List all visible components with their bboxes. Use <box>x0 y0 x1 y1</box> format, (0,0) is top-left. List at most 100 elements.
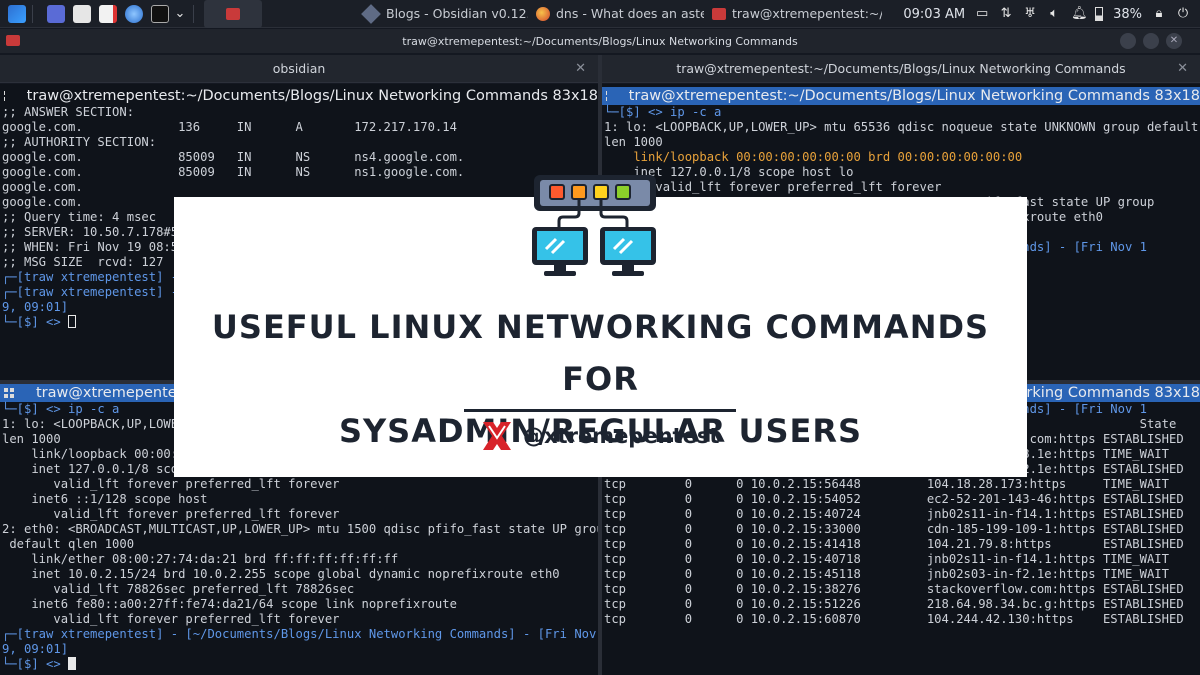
task-firefox[interactable]: dns - What does an aster... <box>528 0 704 28</box>
prompt-text: └─[$] <> <box>2 657 61 671</box>
terminal-window-icon <box>6 35 20 46</box>
netstat-row: tcp 0 0 10.0.2.15:60870 104.244.42.130:h… <box>604 612 1184 626</box>
netstat-row: tcp 0 0 10.0.2.15:56448 104.18.28.173:ht… <box>604 477 1169 491</box>
terminal-line: valid_lft forever preferred_lft forever <box>2 507 340 521</box>
terminal-cursor <box>68 315 77 328</box>
brand-signature: @xtremepentest <box>479 418 719 454</box>
prompt-text: └─[$] <> <box>2 315 61 329</box>
netstat-row: tcp 0 0 10.0.2.15:41418 104.21.79.8:http… <box>604 537 1184 551</box>
prompt-line: └─[$] <> ip -c a <box>604 105 722 119</box>
netstat-row: tcp 0 0 10.0.2.15:40718 jnb02s11-in-f14.… <box>604 552 1169 566</box>
firefox-icon <box>536 6 550 21</box>
pane-title: traw@xtremepentest:~/Documents/Blogs/Lin… <box>628 88 1200 104</box>
task-label: Blogs - Obsidian v0.12.19 <box>386 6 528 21</box>
battery-percent: 38% <box>1113 6 1142 22</box>
tab-terminal[interactable]: traw@xtremepentest:~/Documents/Blogs/Lin… <box>602 55 1200 83</box>
power-icon[interactable]: ⏻ <box>1176 7 1190 21</box>
task-terminal[interactable]: traw@xtremepentest:~/... <box>704 0 882 28</box>
tab-obsidian[interactable]: obsidian ✕ <box>0 55 598 83</box>
terminal-line: default qlen 1000 <box>2 537 135 551</box>
task-label: dns - What does an aster... <box>556 6 704 21</box>
split-grid-icon <box>606 91 607 101</box>
maximize-button[interactable] <box>1143 33 1159 49</box>
window-title: traw@xtremepentest:~/Documents/Blogs/Lin… <box>402 34 798 48</box>
file-manager-icon[interactable] <box>73 4 91 23</box>
volume-icon[interactable]: 🔈︎ <box>1047 7 1061 21</box>
computer-monitor-icon <box>600 227 656 276</box>
netstat-row: tcp 0 0 10.0.2.15:38276 stackoverflow.co… <box>604 582 1184 596</box>
brand-handle: @xtremepentest <box>523 424 720 448</box>
netstat-row: tcp 0 0 10.0.2.15:51226 218.64.98.34.bc.… <box>604 597 1184 611</box>
terminal-cursor <box>68 657 77 670</box>
terminal-line: valid_lft forever preferred_lft forever <box>604 180 942 194</box>
terminal-window-icon <box>226 7 240 20</box>
terminal-line: 2: eth0: <BROADCAST,MULTICAST,UP,LOWER_U… <box>2 522 598 536</box>
battery-icon[interactable] <box>1095 7 1104 21</box>
split-grid-icon <box>4 91 5 101</box>
terminal-line: google.com. <box>2 180 83 194</box>
minimize-button[interactable] <box>1120 33 1136 49</box>
terminal-line: ;; ANSWER SECTION: <box>2 105 135 119</box>
terminal-line: google.com. 85009 IN NS ns4.google.com. <box>2 150 465 164</box>
terminal-window-icon <box>712 7 726 20</box>
terminal-line: 1: lo: <LOOPBACK,UP,LOWER_UP> mtu 65536 … <box>604 120 1200 134</box>
taskbar-separator <box>193 4 194 23</box>
taskbar: ⌄ Blogs - Obsidian v0.12.19 dns - What d… <box>0 0 1200 28</box>
netstat-row: tcp 0 0 10.0.2.15:33000 cdn-185-199-109-… <box>604 522 1184 536</box>
window-titlebar[interactable]: traw@xtremepentest:~/Documents/Blogs/Lin… <box>0 29 1200 53</box>
network-switch-icon <box>534 175 656 229</box>
lock-icon[interactable]: 🔒︎ <box>1152 7 1166 21</box>
terminal-line: link/loopback 00:00:00:00:00:00 brd 00:0… <box>604 150 1023 164</box>
terminal-line: valid_lft 78826sec preferred_lft 78826se… <box>2 582 355 596</box>
terminal-line: link/ether 08:00:27:74:da:21 brd ff:ff:f… <box>2 552 399 566</box>
tab-label: obsidian <box>272 61 326 76</box>
terminal-line: len 1000 <box>604 135 663 149</box>
terminal-line: inet6 ::1/128 scope host <box>2 492 208 506</box>
tab-label: traw@xtremepentest:~/Documents/Blogs/Lin… <box>676 61 1126 76</box>
pane-title: traw@xtremepentest:~/Documents/Blogs/Lin… <box>26 88 598 104</box>
display-icon[interactable]: ▭ <box>975 7 989 21</box>
kali-menu-icon[interactable] <box>8 4 26 23</box>
close-button[interactable]: ✕ <box>1166 33 1182 49</box>
task-label: traw@xtremepentest:~/... <box>732 6 882 21</box>
clock[interactable]: 09:03 AM <box>903 7 965 22</box>
prompt-line: └─[$] <> <box>0 657 598 672</box>
netstat-row: tcp 0 0 10.0.2.15:54052 ec2-52-201-143-4… <box>604 492 1184 506</box>
prompt-line: ┌─[traw xtremepentest] - [~/Documents/Bl… <box>2 627 598 641</box>
article-banner: USEFUL LINUX NETWORKING COMMANDS FOR SYS… <box>174 175 1027 477</box>
obsidian-icon <box>361 3 381 24</box>
terminal-line: inet 10.0.2.15/24 brd 10.0.2.255 scope g… <box>2 567 560 581</box>
system-tray: 09:03 AM ▭ ⇅ ♅ 🔈︎ 🔔︎ 38% 🔒︎ ⏻ <box>903 0 1200 28</box>
chevron-down-icon[interactable]: ⌄ <box>173 6 187 21</box>
pane-title: traw@xtremepentest <box>36 385 190 401</box>
terminal-line: valid_lft forever preferred_lft forever <box>2 477 340 491</box>
task-obsidian[interactable]: Blogs - Obsidian v0.12.19 <box>356 0 528 28</box>
netstat-row: tcp 0 0 10.0.2.15:45118 jnb02s03-in-f2.1… <box>604 567 1169 581</box>
dragon-icon[interactable]: ♅ <box>1023 7 1037 21</box>
terminal-line: valid_lft forever preferred_lft forever <box>2 612 340 626</box>
network-icon[interactable]: ⇅ <box>999 7 1013 21</box>
terminal-line: inet6 fe80::a00:27ff:fe74:da21/64 scope … <box>2 597 457 611</box>
banner-divider <box>464 409 736 412</box>
split-grid-icon <box>4 388 14 398</box>
text-editor-icon[interactable] <box>99 4 117 23</box>
close-tab-icon[interactable]: ✕ <box>575 61 586 76</box>
taskbar-separator <box>32 4 33 23</box>
browser-globe-icon[interactable] <box>125 4 143 23</box>
terminal-icon[interactable] <box>151 4 169 23</box>
notification-bell-icon[interactable]: 🔔︎ <box>1071 7 1088 21</box>
workspace-icon[interactable] <box>47 4 65 23</box>
terminal-line: ;; AUTHORITY SECTION: <box>2 135 157 149</box>
terminal-line: google.com. 136 IN A 172.217.170.14 <box>2 120 457 134</box>
headline-line-1: USEFUL LINUX NETWORKING COMMANDS FOR <box>211 308 990 398</box>
computer-monitor-icon <box>532 227 588 276</box>
close-tab-icon[interactable]: ✕ <box>1177 61 1188 76</box>
pane-header: traw@xtremepentest:~/Documents/Blogs/Lin… <box>602 87 1200 105</box>
xtremepentest-logo-icon <box>483 422 511 450</box>
pane-header: traw@xtremepentest:~/Documents/Blogs/Lin… <box>0 87 598 105</box>
terminal-line: inet 127.0.0.1/8 scope host lo <box>604 165 854 179</box>
prompt-line: 9, 09:01] <box>2 642 69 656</box>
task-terminal-active[interactable] <box>204 0 262 28</box>
netstat-row: tcp 0 0 10.0.2.15:40724 jnb02s11-in-f14.… <box>604 507 1184 521</box>
network-switch-illustration <box>532 175 656 276</box>
